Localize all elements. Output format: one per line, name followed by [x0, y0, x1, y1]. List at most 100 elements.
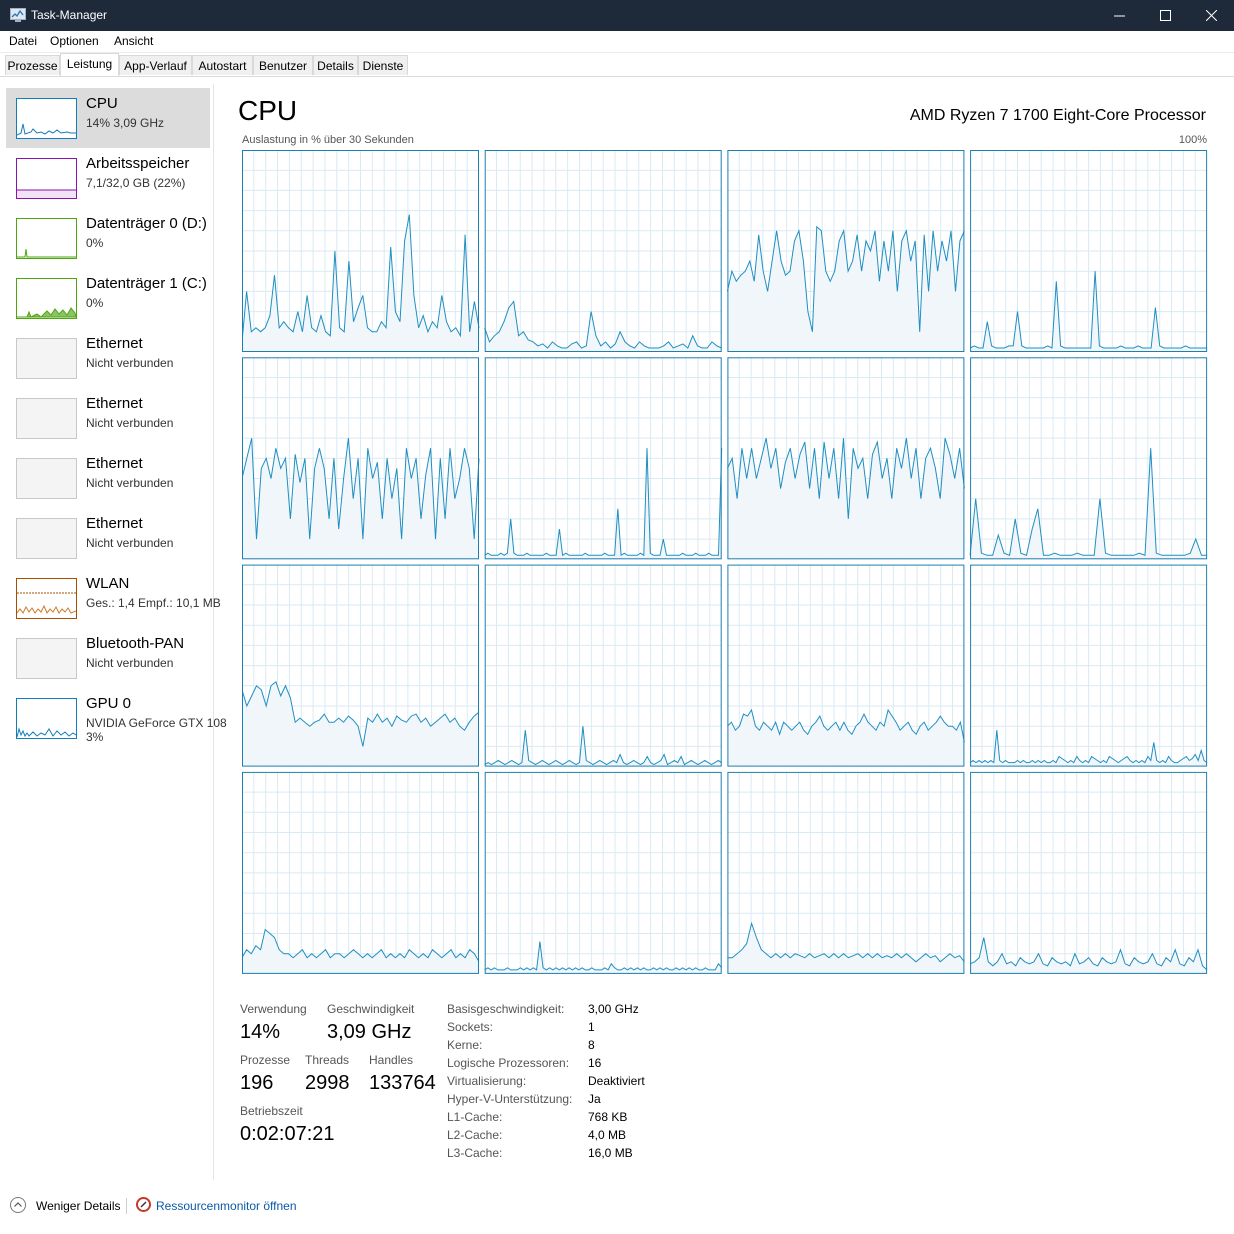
spec-value: 1 — [588, 1020, 595, 1034]
tab-strip: Prozesse Leistung App-Verlauf Autostart … — [0, 53, 1234, 77]
tab-prozesse[interactable]: Prozesse — [5, 55, 60, 75]
spec-value: 8 — [588, 1038, 595, 1052]
spec-label: L2-Cache: — [447, 1128, 503, 1142]
sidebar-item-gpu-0[interactable]: GPU 0 NVIDIA GeForce GTX 108 3% — [6, 688, 227, 748]
ethernet-mini-graph — [16, 458, 77, 499]
processes-value: 196 — [240, 1072, 274, 1094]
sidebar-item-name: GPU 0 — [86, 695, 132, 712]
spec-value: 4,0 MB — [588, 1128, 627, 1142]
sidebar-item-value: NVIDIA GeForce GTX 108 — [86, 716, 227, 730]
cpu-graph-grid — [242, 150, 1208, 974]
disk0-mini-graph — [16, 218, 77, 259]
usage-value: 14% — [240, 1021, 281, 1043]
memory-mini-graph — [16, 158, 77, 199]
sidebar-item-value: Nicht verbunden — [86, 536, 174, 550]
spec-label: L3-Cache: — [447, 1146, 503, 1160]
sidebar-item-value: 0% — [86, 236, 104, 250]
resource-sidebar: CPU 14% 3,09 GHz Arbeitsspeicher 7,1/32,… — [0, 84, 227, 1180]
spec-value: 3,00 GHz — [588, 1002, 639, 1016]
ethernet-mini-graph — [16, 518, 77, 559]
processor-name: AMD Ryzen 7 1700 Eight-Core Processor — [909, 107, 1206, 124]
footer-separator — [126, 1198, 127, 1214]
core-graph-10 — [727, 564, 965, 767]
uptime-value: 0:02:07:21 — [240, 1123, 335, 1145]
core-graph-1 — [484, 150, 722, 352]
maximize-button[interactable] — [1142, 0, 1188, 31]
tab-dienste[interactable]: Dienste — [358, 55, 408, 75]
fewer-details-link[interactable]: Weniger Details — [36, 1199, 120, 1213]
cpu-mini-graph — [16, 98, 77, 139]
sidebar-item-ethernet-4[interactable]: Ethernet Nicht verbunden — [6, 508, 210, 568]
tab-autostart[interactable]: Autostart — [192, 55, 253, 75]
sidebar-item-disk-1[interactable]: Datenträger 1 (C:) 0% — [6, 268, 210, 328]
menu-ansicht[interactable]: Ansicht — [114, 34, 153, 48]
sidebar-item-disk-0[interactable]: Datenträger 0 (D:) 0% — [6, 208, 210, 268]
sidebar-item-name: Ethernet — [86, 395, 143, 412]
sidebar-item-value: Nicht verbunden — [86, 476, 174, 490]
sidebar-item-name: Bluetooth-PAN — [86, 635, 185, 652]
spec-value: 16 — [588, 1056, 602, 1070]
sidebar-item-value: 7,1/32,0 GB (22%) — [86, 176, 186, 190]
sidebar-item-bluetooth-pan[interactable]: Bluetooth-PAN Nicht verbunden — [6, 628, 210, 688]
graph-caption: Auslastung in % über 30 Sekunden — [242, 134, 414, 146]
maximize-icon — [1159, 10, 1171, 21]
tab-leistung[interactable]: Leistung — [60, 53, 119, 76]
core-graph-14 — [727, 771, 965, 974]
spec-value: Deaktiviert — [588, 1074, 645, 1088]
threads-label: Threads — [305, 1053, 350, 1067]
sidebar-item-name: Ethernet — [86, 515, 143, 532]
menu-datei[interactable]: Datei — [9, 34, 37, 48]
ethernet-mini-graph — [16, 398, 77, 439]
spec-label: Virtualisierung: — [447, 1074, 527, 1088]
tab-app-verlauf[interactable]: App-Verlauf — [119, 55, 192, 75]
sidebar-item-name: Arbeitsspeicher — [86, 155, 190, 172]
core-graph-12 — [242, 771, 480, 974]
open-resource-monitor-link[interactable]: Ressourcenmonitor öffnen — [156, 1199, 297, 1213]
processes-label: Prozesse — [240, 1053, 291, 1067]
spec-label: L1-Cache: — [447, 1110, 503, 1124]
close-button[interactable] — [1188, 0, 1234, 31]
minimize-icon — [1113, 15, 1125, 17]
sidebar-item-ethernet-3[interactable]: Ethernet Nicht verbunden — [6, 448, 210, 508]
minimize-button[interactable] — [1096, 0, 1142, 31]
core-graph-0 — [242, 150, 480, 352]
task-manager-icon — [10, 8, 26, 22]
menu-bar: Datei Optionen Ansicht — [0, 31, 1234, 53]
bluetooth-mini-graph — [16, 638, 77, 679]
logical-processor-graphs — [242, 150, 1208, 976]
sidebar-item-value: 14% 3,09 GHz — [86, 116, 165, 130]
resource-monitor-icon[interactable] — [136, 1197, 151, 1212]
disk1-mini-graph — [16, 278, 77, 319]
core-graph-8 — [242, 564, 480, 767]
sidebar-item-arbeitsspeicher[interactable]: Arbeitsspeicher 7,1/32,0 GB (22%) — [6, 148, 210, 208]
core-graph-15 — [969, 771, 1208, 974]
core-graph-9 — [484, 564, 722, 767]
menu-optionen[interactable]: Optionen — [50, 34, 99, 48]
title-bar: Task-Manager — [0, 0, 1234, 31]
core-graph-6 — [726, 357, 965, 560]
sidebar-item-cpu[interactable]: CPU 14% 3,09 GHz — [6, 88, 210, 148]
tab-benutzer[interactable]: Benutzer — [253, 55, 313, 75]
sidebar-item-wlan[interactable]: WLAN Ges.: 1,4 Empf.: 10,1 MB — [6, 568, 221, 628]
graph-max-label: 100% — [1178, 134, 1207, 146]
core-graph-5 — [484, 357, 723, 560]
sidebar-item-ethernet-1[interactable]: Ethernet Nicht verbunden — [6, 328, 210, 388]
speed-value: 3,09 GHz — [327, 1021, 412, 1043]
wlan-mini-graph — [16, 578, 77, 619]
handles-value: 133764 — [369, 1072, 436, 1094]
spec-label: Kerne: — [447, 1038, 483, 1052]
handles-label: Handles — [369, 1053, 414, 1067]
sidebar-item-name: Datenträger 0 (D:) — [86, 215, 207, 232]
sidebar-item-value: Nicht verbunden — [86, 416, 174, 430]
chevron-up-icon[interactable] — [10, 1197, 26, 1213]
sidebar-item-name: Ethernet — [86, 335, 143, 352]
sidebar-item-name: Datenträger 1 (C:) — [86, 275, 207, 292]
tab-details[interactable]: Details — [313, 55, 358, 75]
sidebar-item-value: Nicht verbunden — [86, 656, 174, 670]
sidebar-item-value: Nicht verbunden — [86, 356, 174, 370]
spec-value: 768 KB — [588, 1110, 628, 1124]
spec-label: Hyper-V-Unterstützung: — [447, 1092, 573, 1106]
spec-value: 16,0 MB — [588, 1146, 633, 1160]
core-graph-4 — [242, 357, 480, 560]
sidebar-item-ethernet-2[interactable]: Ethernet Nicht verbunden — [6, 388, 210, 448]
